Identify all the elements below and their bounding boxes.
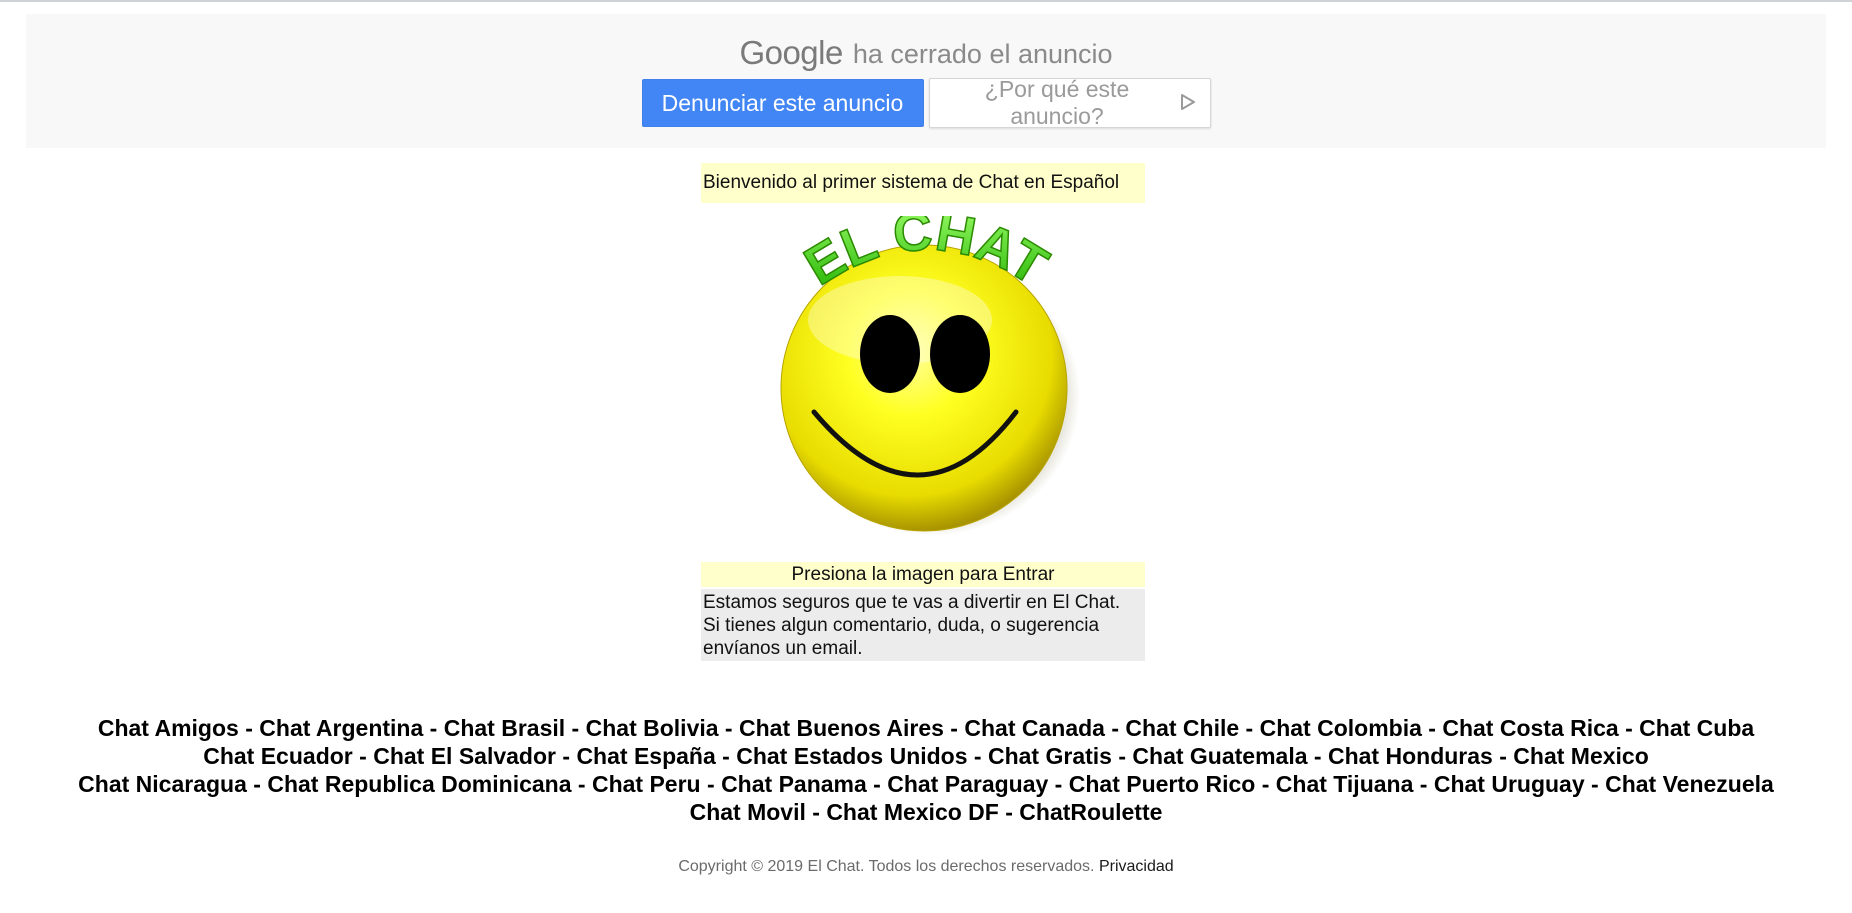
links-row: Chat Nicaragua - Chat Republica Dominica… <box>0 770 1852 798</box>
chat-link[interactable]: Chat Mexico <box>1513 743 1648 769</box>
chat-link[interactable]: Chat Nicaragua <box>78 771 247 797</box>
chat-link[interactable]: Chat Venezuela <box>1605 771 1774 797</box>
link-separator: - <box>1584 771 1606 797</box>
link-separator: - <box>866 771 888 797</box>
footer: Copyright © 2019 El Chat. Todos los dere… <box>0 858 1852 876</box>
play-outline-icon <box>1180 90 1196 117</box>
ad-buttons: Denunciar este anuncio ¿Por qué este anu… <box>26 76 1826 129</box>
description-box: Estamos seguros que te vas a divertir en… <box>701 589 1145 661</box>
chat-link[interactable]: Chat Brasil <box>444 715 565 741</box>
link-separator: - <box>805 799 827 825</box>
chat-link[interactable]: Chat España <box>576 743 715 769</box>
chat-link[interactable]: Chat Puerto Rico <box>1069 771 1256 797</box>
copyright-text: Copyright © 2019 El Chat. Todos los dere… <box>678 858 1095 875</box>
links-row: Chat Amigos - Chat Argentina - Chat Bras… <box>0 714 1852 742</box>
chat-link[interactable]: ChatRoulette <box>1019 799 1162 825</box>
link-separator: - <box>1104 715 1126 741</box>
link-separator: - <box>1048 771 1069 797</box>
chat-link[interactable]: Chat Argentina <box>259 715 423 741</box>
country-chat-links: Chat Amigos - Chat Argentina - Chat Bras… <box>0 714 1852 826</box>
welcome-banner: Bienvenido al primer sistema de Chat en … <box>701 163 1145 203</box>
top-border <box>0 0 1852 2</box>
chat-link[interactable]: Chat Bolivia <box>586 715 719 741</box>
privacy-link[interactable]: Privacidad <box>1099 858 1174 875</box>
chat-link[interactable]: Chat Guatemala <box>1132 743 1307 769</box>
link-separator: - <box>238 715 260 741</box>
link-separator: - <box>565 715 586 741</box>
chat-link[interactable]: Chat Movil <box>690 799 806 825</box>
closed-ad-panel: Google ha cerrado el anuncio Denunciar es… <box>26 14 1826 148</box>
link-separator: - <box>998 799 1020 825</box>
chat-link[interactable]: Chat Estados Unidos <box>736 743 967 769</box>
google-wordmark: Google <box>739 34 843 71</box>
link-separator: - <box>555 743 577 769</box>
why-this-ad-button[interactable]: ¿Por qué este anuncio? <box>928 76 1211 129</box>
press-image-hint: Presiona la imagen para Entrar <box>701 562 1145 587</box>
ad-closed-text: ha cerrado el anuncio <box>852 39 1113 69</box>
chat-link[interactable]: Chat Chile <box>1125 715 1239 741</box>
chat-link[interactable]: Chat Panama <box>721 771 867 797</box>
chat-link[interactable]: Chat Buenos Aires <box>739 715 944 741</box>
chat-link[interactable]: Chat Costa Rica <box>1442 715 1618 741</box>
chat-link[interactable]: Chat Tijuana <box>1276 771 1414 797</box>
link-separator: - <box>1421 715 1443 741</box>
chat-link[interactable]: Chat Canada <box>964 715 1105 741</box>
chat-link[interactable]: Chat Honduras <box>1328 743 1493 769</box>
link-separator: - <box>1111 743 1133 769</box>
chat-link[interactable]: Chat El Salvador <box>373 743 556 769</box>
link-separator: - <box>423 715 444 741</box>
ad-closed-message: Google ha cerrado el anuncio <box>26 34 1826 72</box>
links-row: Chat Movil - Chat Mexico DF - ChatRoulet… <box>0 798 1852 826</box>
link-separator: - <box>1307 743 1328 769</box>
link-separator: - <box>352 743 374 769</box>
why-this-ad-label: ¿Por qué este anuncio? <box>984 76 1130 129</box>
chat-link[interactable]: Chat Ecuador <box>203 743 353 769</box>
chat-link[interactable]: Chat Peru <box>592 771 701 797</box>
description-line: Estamos seguros que te vas a divertir en… <box>703 592 1121 613</box>
link-separator: - <box>700 771 722 797</box>
chat-link[interactable]: Chat Gratis <box>988 743 1112 769</box>
link-separator: - <box>571 771 592 797</box>
description-line: envíanos un email. <box>703 638 863 659</box>
link-separator: - <box>1239 715 1260 741</box>
chat-link[interactable]: Chat Colombia <box>1260 715 1422 741</box>
description-line: Si tienes algun comentario, duda, o suge… <box>703 615 1100 636</box>
link-separator: - <box>715 743 737 769</box>
chat-link[interactable]: Chat Amigos <box>98 715 239 741</box>
link-separator: - <box>1255 771 1276 797</box>
link-separator: - <box>246 771 268 797</box>
link-separator: - <box>967 743 988 769</box>
chat-link[interactable]: Chat Paraguay <box>887 771 1048 797</box>
link-separator: - <box>1618 715 1640 741</box>
chat-link[interactable]: Chat Uruguay <box>1434 771 1585 797</box>
links-row: Chat Ecuador - Chat El Salvador - Chat E… <box>0 742 1852 770</box>
smiley-face-icon: EL CHAT <box>780 200 1080 536</box>
link-separator: - <box>1492 743 1514 769</box>
report-ad-button[interactable]: Denunciar este anuncio <box>641 79 924 127</box>
el-chat-logo-link[interactable]: EL CHAT <box>770 200 1082 538</box>
chat-link[interactable]: Chat Mexico DF <box>826 799 999 825</box>
link-separator: - <box>718 715 739 741</box>
link-separator: - <box>1413 771 1434 797</box>
link-separator: - <box>943 715 965 741</box>
chat-link[interactable]: Chat Republica Dominicana <box>267 771 571 797</box>
chat-link[interactable]: Chat Cuba <box>1639 715 1754 741</box>
